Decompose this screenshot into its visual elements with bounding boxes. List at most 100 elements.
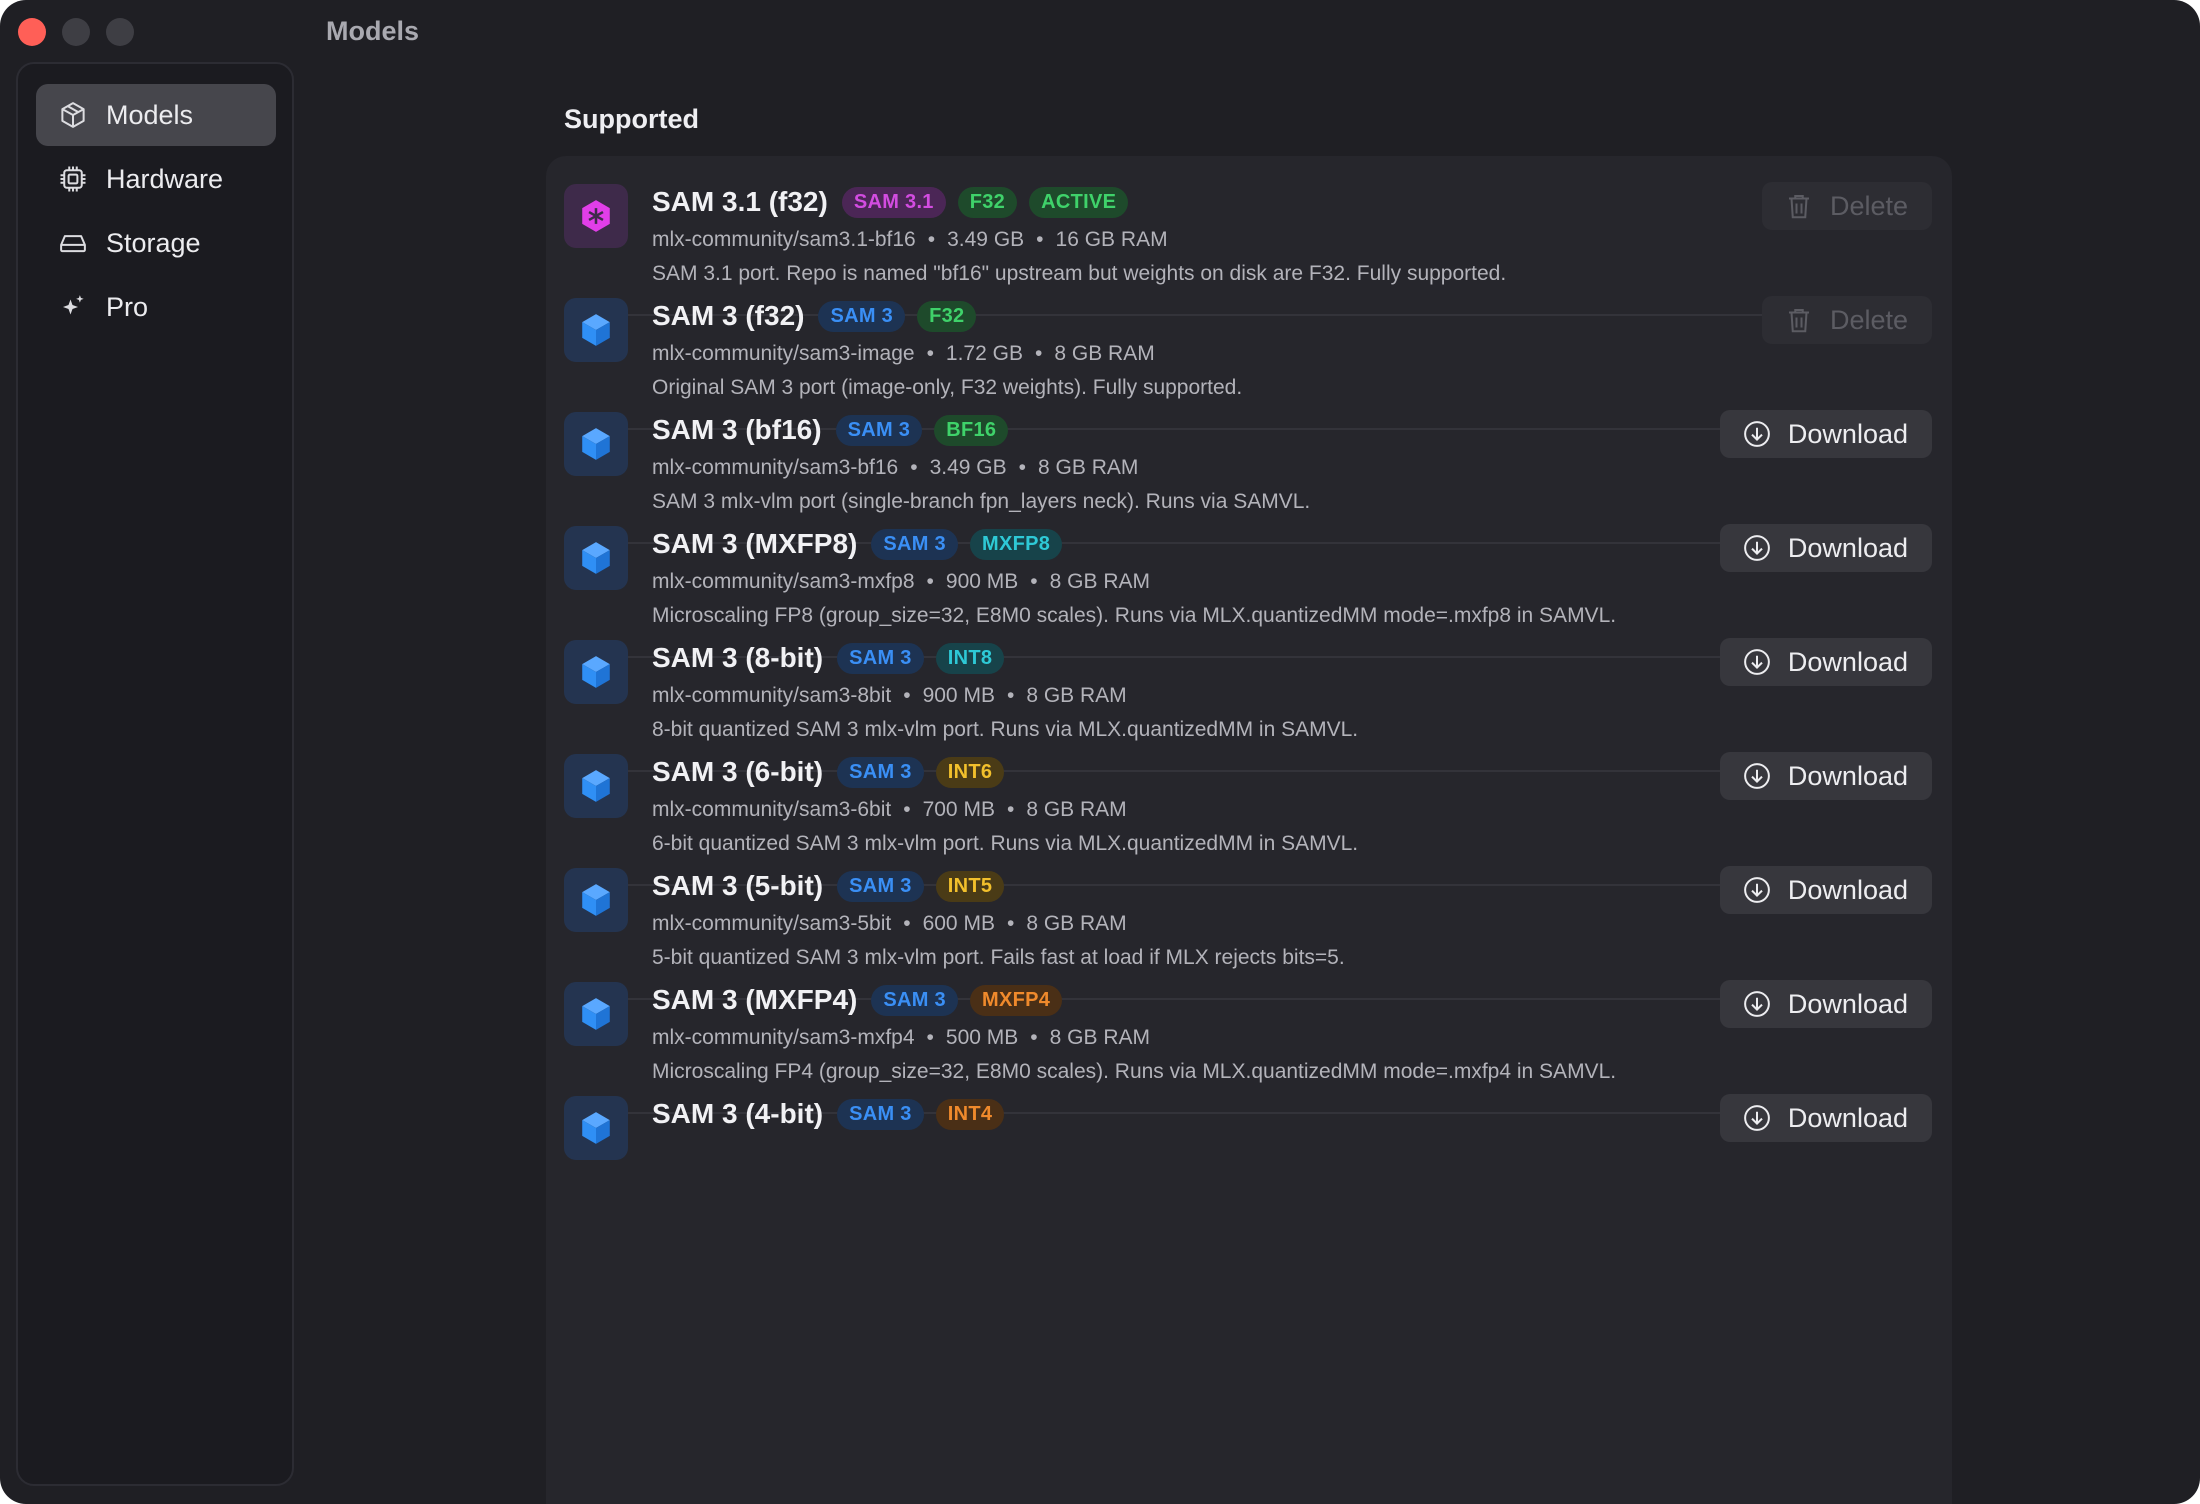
precision-badge: INT5 xyxy=(935,870,1005,902)
model-repo: mlx-community/sam3-bf16 xyxy=(652,456,899,479)
active-badge: ACTIVE xyxy=(1029,186,1129,218)
app-window: Models Models Hardware Storage Pro Suppo… xyxy=(0,0,2200,1504)
precision-badge: BF16 xyxy=(934,414,1009,446)
model-size: 700 MB xyxy=(922,798,995,821)
trash-icon xyxy=(1788,195,1809,219)
model-repo: mlx-community/sam3-mxfp8 xyxy=(652,570,915,593)
download-button[interactable]: Download xyxy=(1719,866,1932,914)
delete-button[interactable]: Delete xyxy=(1761,182,1932,230)
close-window-button[interactable] xyxy=(18,18,46,46)
zoom-window-button[interactable] xyxy=(106,18,134,46)
precision-badge: MXFP4 xyxy=(969,984,1063,1016)
sidebar-item-label: Storage xyxy=(106,227,201,258)
model-size: 500 MB xyxy=(945,1026,1019,1049)
model-meta: mlx-community/sam3-mxfp4 • 500 MB • 8 GB RAM xyxy=(652,1026,1150,1049)
model-size: 900 MB xyxy=(945,570,1019,593)
cube-icon xyxy=(564,640,628,704)
family-badge: SAM 3 xyxy=(818,300,906,332)
cube-icon xyxy=(564,1096,628,1160)
model-row: SAM 3 (4-bit) SAM 3 INT4 Download xyxy=(564,1068,1932,1228)
cube-icon xyxy=(564,754,628,818)
minimize-window-button[interactable] xyxy=(62,18,90,46)
sidebar-item-storage[interactable]: Storage xyxy=(36,212,276,274)
cube-icon xyxy=(564,868,628,932)
download-button[interactable]: Download xyxy=(1719,1094,1932,1142)
cube-icon xyxy=(56,98,90,132)
model-size: 3.49 GB xyxy=(929,456,1007,479)
family-badge: SAM 3.1 xyxy=(841,186,946,218)
sidebar-item-hardware[interactable]: Hardware xyxy=(36,148,276,210)
hexagon-cube-icon xyxy=(564,184,628,248)
precision-badge: INT6 xyxy=(935,756,1005,788)
model-repo: mlx-community/sam3-6bit xyxy=(652,798,892,821)
family-badge: SAM 3 xyxy=(837,642,924,674)
delete-button[interactable]: Delete xyxy=(1761,296,1932,344)
sidebar-item-label: Pro xyxy=(106,291,149,322)
section-title: Supported xyxy=(564,104,699,134)
model-name: SAM 3 (MXFP8) xyxy=(652,528,858,559)
model-name: SAM 3.1 (f32) xyxy=(652,186,828,217)
download-button[interactable]: Download xyxy=(1719,524,1932,572)
precision-badge: INT8 xyxy=(935,642,1005,674)
model-ram: 8 GB RAM xyxy=(1049,570,1150,593)
model-ram: 16 GB RAM xyxy=(1055,228,1168,251)
model-repo: mlx-community/sam3.1-bf16 xyxy=(652,228,916,251)
model-name: SAM 3 (MXFP4) xyxy=(652,984,858,1015)
family-badge: SAM 3 xyxy=(837,1098,924,1130)
model-repo: mlx-community/sam3-mxfp4 xyxy=(652,1026,915,1049)
model-size: 1.72 GB xyxy=(945,342,1023,365)
model-repo: mlx-community/sam3-image xyxy=(652,342,915,365)
model-meta: mlx-community/sam3-8bit • 900 MB • 8 GB RAM xyxy=(652,684,1127,707)
cube-icon xyxy=(564,298,628,362)
sidebar-item-label: Hardware xyxy=(106,163,224,194)
model-ram: 8 GB RAM xyxy=(1026,912,1127,935)
model-meta: mlx-community/sam3-mxfp8 • 900 MB • 8 GB RAM xyxy=(652,570,1150,593)
sidebar-item-label: Models xyxy=(106,99,194,130)
download-button[interactable]: Download xyxy=(1719,410,1932,458)
sidebar-item-pro[interactable]: Pro xyxy=(36,276,276,338)
precision-badge: MXFP8 xyxy=(969,528,1063,560)
model-ram: 8 GB RAM xyxy=(1049,1026,1150,1049)
model-ram: 8 GB RAM xyxy=(1054,342,1155,365)
model-ram: 8 GB RAM xyxy=(1026,684,1127,707)
family-badge: SAM 3 xyxy=(837,870,924,902)
model-meta: mlx-community/sam3-6bit • 700 MB • 8 GB RAM xyxy=(652,798,1127,821)
cube-icon xyxy=(564,982,628,1046)
model-name: SAM 3 (8-bit) xyxy=(652,642,824,673)
precision-badge: F32 xyxy=(917,300,977,332)
model-meta: mlx-community/sam3.1-bf16 • 3.49 GB • 16 GB … xyxy=(652,228,1168,251)
model-ram: 8 GB RAM xyxy=(1026,798,1127,821)
drive-icon xyxy=(56,226,90,260)
window-title: Models xyxy=(326,16,420,46)
model-ram: 8 GB RAM xyxy=(1038,456,1139,479)
model-name: SAM 3 (f32) xyxy=(652,300,805,331)
trash-icon xyxy=(1788,309,1809,333)
download-icon xyxy=(1744,421,1770,447)
download-icon xyxy=(1744,649,1770,675)
download-icon xyxy=(1744,877,1770,903)
model-size: 3.49 GB xyxy=(947,228,1025,251)
sidebar-item-models[interactable]: Models xyxy=(36,84,276,146)
download-icon xyxy=(1744,535,1770,561)
sparkles-icon xyxy=(56,290,90,324)
model-meta: mlx-community/sam3-bf16 • 3.49 GB • 8 GB RAM xyxy=(652,456,1139,479)
chip-icon xyxy=(56,162,90,196)
download-button[interactable]: Download xyxy=(1719,752,1932,800)
model-repo: mlx-community/sam3-5bit xyxy=(652,912,892,935)
download-icon xyxy=(1744,763,1770,789)
family-badge: SAM 3 xyxy=(835,414,923,446)
model-name: SAM 3 (5-bit) xyxy=(652,870,824,901)
models-list: SAM 3.1 (f32) SAM 3.1 F32 ACTIVE mlx-com… xyxy=(546,156,1952,1504)
model-name: SAM 3 (4-bit) xyxy=(652,1098,824,1129)
cube-icon xyxy=(564,526,628,590)
model-name: SAM 3 (bf16) xyxy=(652,414,822,445)
download-button[interactable]: Download xyxy=(1719,638,1932,686)
model-name: SAM 3 (6-bit) xyxy=(652,756,824,787)
family-badge: SAM 3 xyxy=(871,984,958,1016)
download-icon xyxy=(1744,1105,1770,1131)
model-size: 900 MB xyxy=(922,684,995,707)
download-button[interactable]: Download xyxy=(1719,980,1932,1028)
model-size: 600 MB xyxy=(922,912,995,935)
cube-icon xyxy=(564,412,628,476)
download-icon xyxy=(1744,991,1770,1017)
